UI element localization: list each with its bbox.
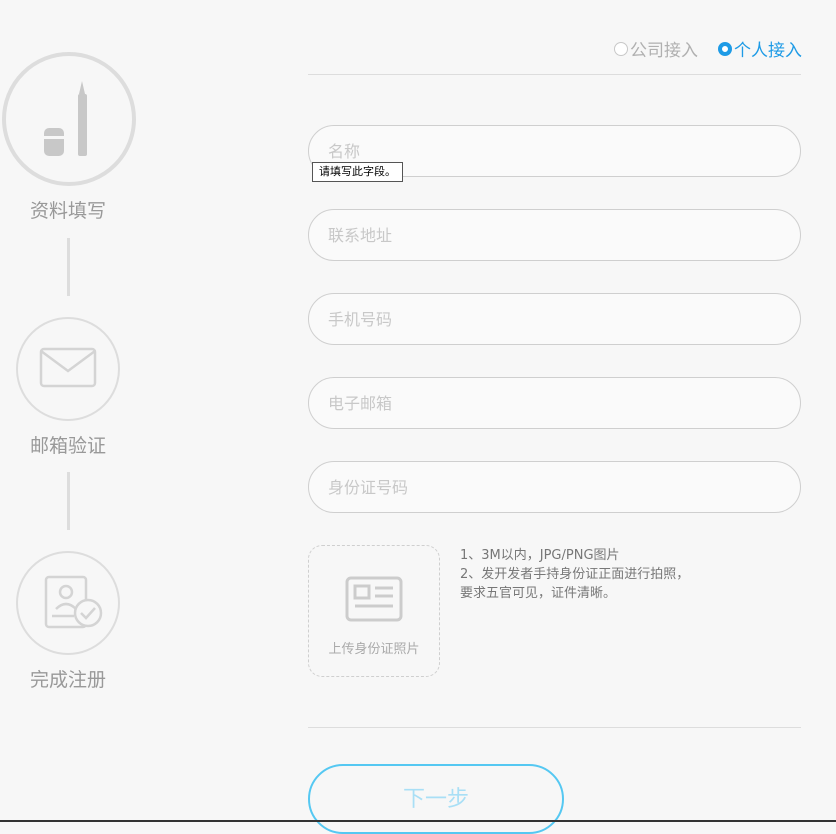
upload-hint-line: 1、3M以内，JPG/PNG图片	[460, 548, 620, 563]
upload-hint-line: 要求五官可见，证件清晰。	[460, 586, 617, 601]
step-connector	[67, 238, 70, 296]
validation-tooltip: 请填写此字段。	[312, 162, 403, 182]
address-input[interactable]	[308, 209, 801, 261]
id-check-icon	[44, 575, 103, 629]
upload-hints: 1、3M以内，JPG/PNG图片 2、发开发者手持身份证正面进行拍照， 要求五官…	[460, 546, 689, 603]
upload-label: 上传身份证照片	[328, 642, 420, 657]
upload-id-photo-button[interactable]: 上传身份证照片	[308, 545, 440, 677]
step-label-fill-info: 资料填写	[29, 200, 106, 222]
upload-hint-line: 2、发开发者手持身份证正面进行拍照，	[460, 567, 690, 582]
step-fill-info-circle	[2, 52, 136, 186]
id-card-icon	[345, 576, 403, 622]
radio-company-access[interactable]: 公司接入	[614, 36, 698, 61]
step-complete-circle	[16, 551, 120, 655]
radio-unchecked-icon[interactable]	[614, 41, 628, 56]
email-input[interactable]	[308, 377, 801, 429]
form-divider	[308, 727, 801, 728]
phone-input[interactable]	[308, 293, 801, 345]
radio-personal-access[interactable]: 个人接入	[718, 36, 802, 61]
next-step-button[interactable]: 下一步	[308, 764, 564, 834]
step-connector	[67, 472, 70, 530]
radio-checked-icon[interactable]	[718, 41, 732, 56]
envelope-icon	[39, 347, 97, 388]
radio-label: 个人接入	[734, 41, 802, 61]
step-label-email-verify: 邮箱验证	[29, 435, 106, 457]
id-number-input[interactable]	[308, 461, 801, 513]
pen-icon	[44, 81, 87, 156]
step-email-circle	[16, 317, 120, 421]
access-type-group: 公司接入 个人接入	[614, 36, 802, 61]
step-label-complete: 完成注册	[29, 669, 106, 691]
radio-label: 公司接入	[630, 41, 698, 61]
header-divider	[308, 74, 801, 75]
